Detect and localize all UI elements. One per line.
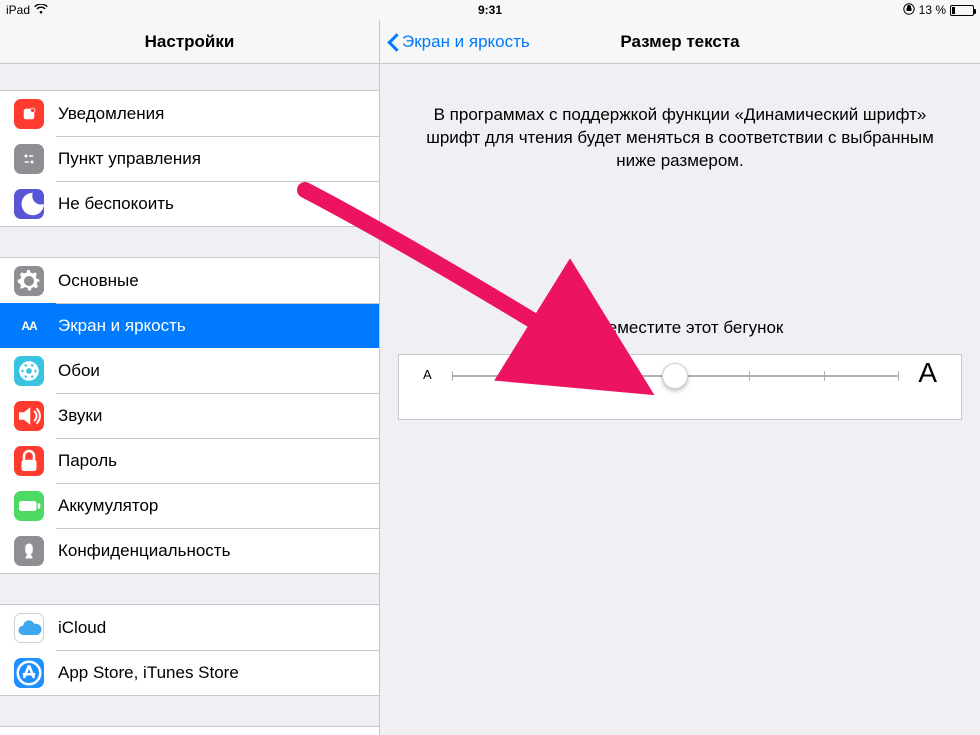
wallpaper-icon [14,356,44,386]
text-size-slider-panel: A A [398,354,962,420]
sidebar-item-privacy[interactable]: Конфиденциальность [0,528,379,573]
battery-percent: 13 % [919,3,946,17]
sounds-icon [14,401,44,431]
sidebar-item-sounds[interactable]: Звуки [0,393,379,438]
sidebar-item-general[interactable]: Основные [0,258,379,303]
orientation-lock-icon [903,3,915,18]
sidebar-item-mail[interactable]: Почта, адреса, календари [0,727,379,735]
sidebar-item-notifications[interactable]: Уведомления [0,91,379,136]
back-button[interactable]: Экран и яркость [388,20,530,63]
sidebar-item-label: Пункт управления [58,149,379,169]
sidebar-item-label: App Store, iTunes Store [58,663,379,683]
sidebar-item-icloud[interactable]: iCloud [0,605,379,650]
clock: 9:31 [329,3,652,17]
sidebar-item-passcode[interactable]: Пароль [0,438,379,483]
sidebar-item-label: Обои [58,361,379,381]
sidebar-item-display[interactable]: AA Экран и яркость [0,303,379,348]
status-bar: iPad 9:31 13 % [0,0,980,20]
display-icon: AA [14,311,44,341]
text-size-slider[interactable] [452,375,899,377]
detail-pane: Экран и яркость Размер текста В программ… [380,0,980,735]
privacy-icon [14,536,44,566]
chevron-left-icon [388,32,400,52]
small-a-label: A [423,367,432,382]
sidebar-item-label: Пароль [58,451,379,471]
appstore-icon [14,658,44,688]
device-label: iPad [6,3,30,17]
sidebar-item-dnd[interactable]: Не беспокоить [0,181,379,226]
sidebar-title: Настройки [145,32,235,52]
big-a-label: A [918,357,937,389]
dynamic-type-description: В программах с поддержкой функции «Динам… [410,104,950,173]
sidebar-item-appstore[interactable]: App Store, iTunes Store [0,650,379,695]
detail-title: Размер текста [620,32,739,52]
sidebar-item-label: Не беспокоить [58,194,379,214]
sidebar-item-label: Аккумулятор [58,496,379,516]
sidebar-item-label: iCloud [58,618,379,638]
sidebar-item-label: Основные [58,271,379,291]
sidebar-item-controlcenter[interactable]: Пункт управления [0,136,379,181]
slider-caption: Переместите этот бегунок [380,318,980,338]
sidebar-item-label: Звуки [58,406,379,426]
general-icon [14,266,44,296]
passcode-icon [14,446,44,476]
icloud-icon [14,613,44,643]
sidebar-item-label: Уведомления [58,104,379,124]
sidebar-list[interactable]: Уведомления Пункт управления Не беспокоить… [0,64,379,735]
controlcenter-icon [14,144,44,174]
sidebar-item-wallpaper[interactable]: Обои [0,348,379,393]
sidebar-item-battery[interactable]: Аккумулятор [0,483,379,528]
slider-thumb[interactable] [662,363,688,389]
settings-sidebar: Настройки Уведомления Пункт управления Не … [0,0,380,735]
sidebar-item-label: Экран и яркость [58,316,379,336]
back-label: Экран и яркость [402,32,530,52]
sidebar-item-label: Конфиденциальность [58,541,379,561]
battery-icon [14,491,44,521]
wifi-icon [34,4,48,17]
notifications-icon [14,99,44,129]
battery-icon [950,5,974,16]
dnd-icon [14,189,44,219]
